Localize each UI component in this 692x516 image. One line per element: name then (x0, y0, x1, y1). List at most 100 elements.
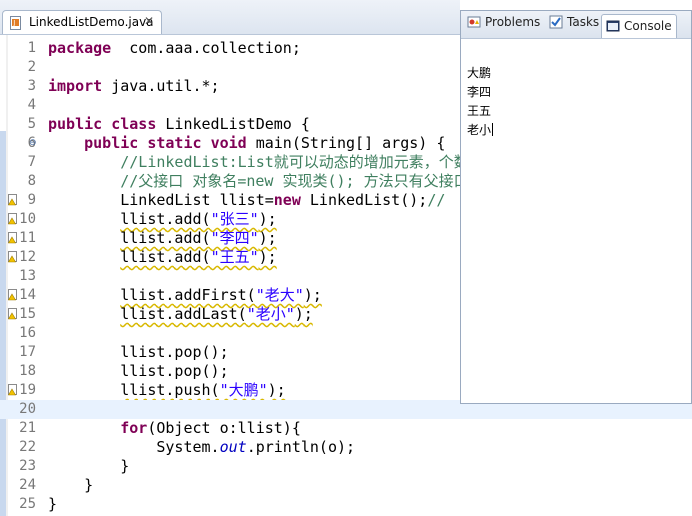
code-token: static (147, 134, 202, 152)
code-token: for (120, 419, 148, 437)
line-number: 13 (19, 268, 36, 284)
tab-tasks[interactable]: Tasks (549, 15, 599, 35)
java-file-icon: J (10, 16, 21, 30)
code-token: llist.add( (120, 229, 211, 247)
tab-console-label: Console (624, 19, 672, 33)
code-token: import (48, 77, 103, 95)
code-token: "张三" (210, 210, 259, 228)
code-text: } (48, 495, 57, 514)
code-token: llist.push( (120, 381, 220, 399)
console-line: 大鹏 (467, 66, 492, 80)
code-token: .println(o); (246, 438, 356, 456)
warning-icon[interactable] (8, 213, 19, 225)
code-token: out (219, 438, 247, 456)
code-text: public static void main(String[] args) { (48, 134, 445, 153)
warning-icon[interactable] (8, 308, 19, 320)
code-token: void (210, 134, 247, 152)
code-token: llist.addFirst( (120, 286, 256, 304)
code-text: public class LinkedListDemo { (48, 115, 310, 134)
code-token: public (84, 134, 139, 152)
console-output[interactable]: 大鹏 李四 王五 老小 (467, 64, 494, 140)
line-number: 8 (27, 173, 36, 189)
line-number: 4 (27, 97, 36, 113)
line-number: 16 (19, 325, 36, 341)
code-token: main(String[] args) { (246, 134, 446, 152)
code-token: LinkedListDemo { (156, 115, 310, 133)
code-token: public (48, 115, 103, 133)
editor-tab-title: LinkedListDemo.java (29, 15, 154, 29)
code-text: llist.push("大鹏"); (48, 381, 286, 400)
tab-console[interactable]: Console (601, 14, 677, 38)
tab-tasks-label: Tasks (567, 15, 600, 29)
text-cursor (492, 123, 494, 136)
code-line[interactable]: 24 } (0, 476, 692, 495)
code-text: llist.add("李四"); (48, 229, 276, 248)
warning-icon[interactable] (8, 194, 19, 206)
code-text: llist.addFirst("老大"); (48, 286, 322, 305)
code-token: package (48, 39, 112, 57)
line-number: 25 (19, 496, 36, 512)
console-line: 王五 (467, 104, 492, 118)
code-token: ); (267, 381, 286, 399)
code-line[interactable]: 21 for(Object o:llist){ (0, 419, 692, 438)
code-text: //LinkedList:List就可以动态的增加元素，个数不固定 (48, 153, 514, 172)
code-text: llist.add("张三"); (48, 210, 276, 229)
code-token: LinkedList(); (300, 191, 428, 209)
code-token: "王五" (210, 248, 259, 266)
line-number: 22 (19, 439, 36, 455)
code-line[interactable]: 22 System.out.println(o); (0, 438, 692, 457)
line-number: 17 (19, 344, 36, 360)
code-line[interactable]: 25} (0, 495, 692, 514)
code-text: llist.addLast("老小"); (48, 305, 313, 324)
code-token: ); (294, 305, 313, 323)
tab-problems[interactable]: Problems (467, 15, 540, 35)
code-token: "老小" (246, 305, 295, 323)
line-number: 24 (19, 477, 36, 493)
code-text: llist.pop(); (48, 362, 228, 381)
code-text: package com.aaa.collection; (48, 39, 301, 58)
warning-icon[interactable] (8, 232, 19, 244)
console-line: 李四 (467, 85, 492, 99)
line-number: 23 (19, 458, 36, 474)
code-token: //LinkedList:List就可以动态的增加元素，个数不固定 (120, 153, 514, 171)
fold-toggle-icon[interactable]: ⊖ (29, 139, 37, 148)
editor-tab-bar: J LinkedListDemo.java ✕ (0, 0, 460, 35)
close-icon[interactable]: ✕ (144, 14, 154, 28)
code-token: llist.pop(); (48, 343, 229, 361)
code-token: "大鹏" (219, 381, 268, 399)
code-token: ); (303, 286, 322, 304)
code-text: llist.add("王五"); (48, 248, 277, 267)
code-token: ); (258, 248, 277, 266)
warning-icon[interactable] (8, 384, 19, 396)
line-number: 1 (27, 40, 36, 56)
code-text: System.out.println(o); (48, 438, 355, 457)
code-token: // (427, 191, 446, 209)
editor-tab[interactable]: J LinkedListDemo.java ✕ (2, 10, 162, 34)
console-icon (606, 20, 620, 32)
code-token: com.aaa.collection; (111, 39, 301, 57)
code-token: llist.add( (120, 210, 211, 228)
code-token: System. (48, 438, 220, 456)
problems-icon (467, 16, 481, 28)
line-number: 20 (19, 401, 36, 417)
warning-icon[interactable] (8, 289, 19, 301)
tasks-icon (549, 15, 563, 29)
warning-icon[interactable] (8, 251, 19, 263)
line-number: 21 (19, 420, 36, 436)
code-line[interactable]: 23 } (0, 457, 692, 476)
line-number: 3 (27, 78, 36, 94)
tab-problems-label: Problems (485, 15, 541, 29)
code-text: //父接口 对象名=new 实现类(); 方法只有父接口中的方法 (48, 172, 528, 191)
line-number: 2 (27, 59, 36, 75)
code-text: for(Object o:llist){ (48, 419, 301, 438)
